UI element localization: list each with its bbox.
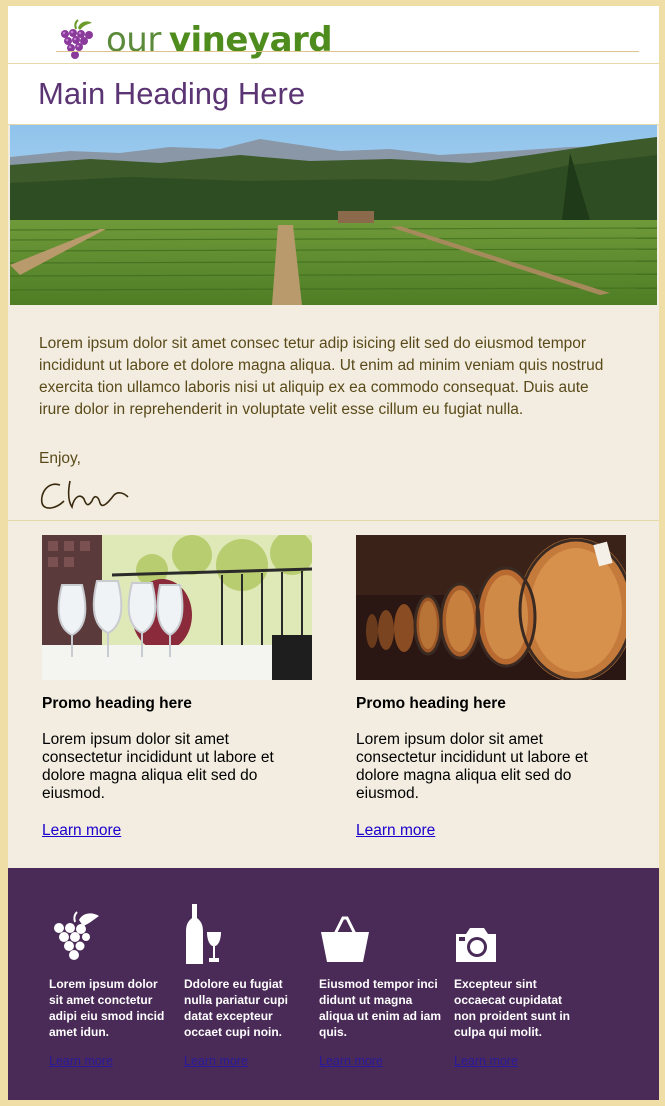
header: our vineyard	[8, 6, 659, 64]
footer: Lorem ipsum dolor sit amet conctetur adi…	[8, 868, 659, 1100]
footer-text: Excepteur sint occaecat cupidatat non pr…	[454, 977, 570, 1039]
footer-learn-more-link[interactable]: Learn more	[49, 1054, 113, 1068]
heading-bar: Main Heading Here	[8, 64, 659, 125]
promo-heading: Promo heading here	[356, 695, 506, 712]
footer-text: Eiusmod tempor inci didunt ut magna aliq…	[319, 977, 442, 1039]
promo-text: Lorem ipsum dolor sit amet consectetur i…	[42, 731, 274, 802]
signoff-text: Enjoy,	[39, 450, 81, 467]
intro-section: Lorem ipsum dolor sit amet consec tetur …	[8, 307, 659, 521]
wine-glasses-photo	[42, 535, 312, 680]
wine-barrels-photo	[356, 535, 626, 680]
main-heading: Main Heading Here	[38, 76, 306, 111]
footer-item: Eiusmod tempor inci didunt ut magna aliq…	[319, 904, 444, 1068]
intro-text: Lorem ipsum dolor sit amet consec tetur …	[39, 335, 604, 418]
signature-image	[40, 480, 129, 510]
footer-learn-more-link[interactable]: Learn more	[319, 1054, 383, 1068]
footer-learn-more-link[interactable]: Learn more	[454, 1054, 518, 1068]
email-container: our vineyard Main Heading Here Lorem ips…	[8, 6, 659, 1100]
footer-item: Lorem ipsum dolor sit amet conctetur adi…	[49, 904, 174, 1068]
grapes-icon	[54, 911, 99, 960]
footer-text: Lorem ipsum dolor sit amet conctetur adi…	[49, 977, 165, 1039]
grapes-icon	[61, 19, 93, 59]
promo-card: Promo heading here Lorem ipsum dolor sit…	[42, 535, 312, 840]
logo-word-vineyard: vineyard	[168, 20, 333, 60]
footer-text: Ddolore eu fugiat nulla pariatur cupi da…	[184, 977, 289, 1039]
promo-text: Lorem ipsum dolor sit amet consectetur i…	[356, 731, 588, 802]
logo[interactable]: our vineyard	[56, 18, 333, 62]
footer-learn-more-link[interactable]: Learn more	[184, 1054, 248, 1068]
promo-learn-more-link[interactable]: Learn more	[42, 822, 121, 840]
promo-card: Promo heading here Lorem ipsum dolor sit…	[356, 535, 626, 840]
camera-icon	[456, 928, 496, 962]
header-divider	[56, 51, 639, 52]
footer-item: Ddolore eu fugiat nulla pariatur cupi da…	[184, 904, 309, 1068]
wine-bottle-glass-icon	[186, 904, 221, 964]
promo-learn-more-link[interactable]: Learn more	[356, 822, 435, 840]
logo-word-our: our	[106, 20, 161, 60]
hero-vineyard-image	[10, 125, 657, 305]
basket-icon	[321, 916, 369, 962]
footer-item: Excepteur sint occaecat cupidatat non pr…	[454, 904, 579, 1068]
promo-heading: Promo heading here	[42, 695, 192, 712]
